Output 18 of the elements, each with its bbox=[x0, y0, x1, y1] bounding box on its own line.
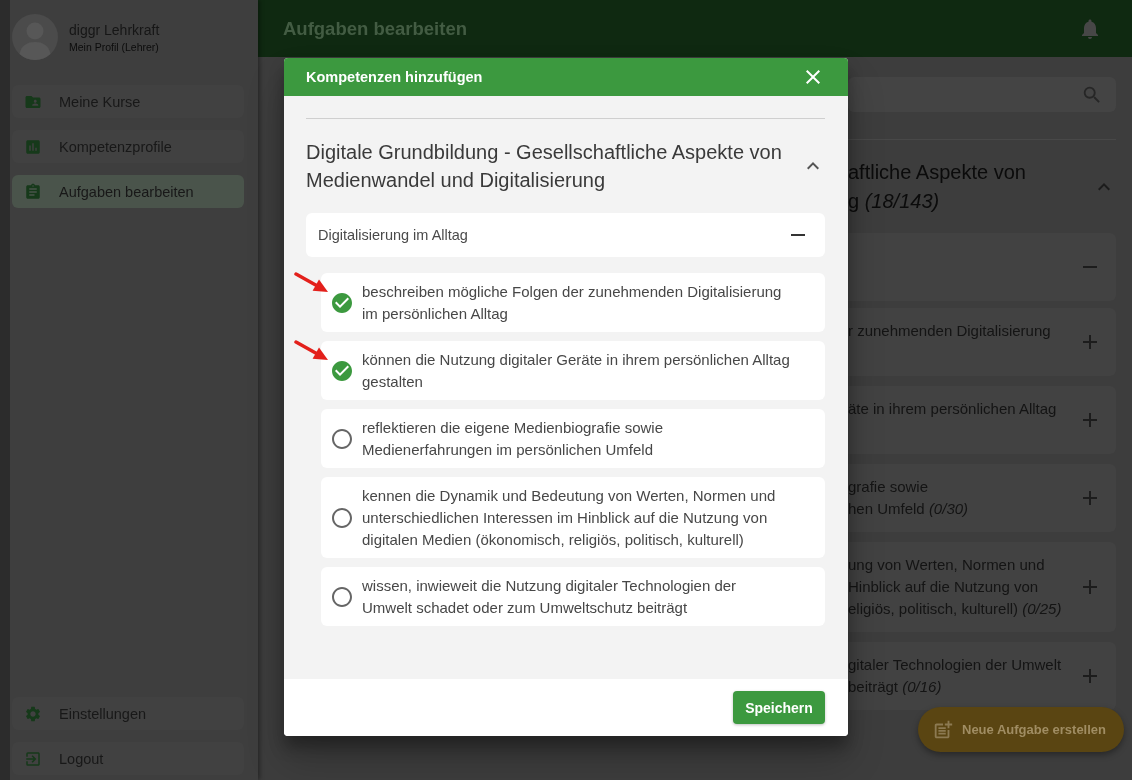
dialog-title: Kompetenzen hinzufügen bbox=[306, 69, 483, 85]
bar-chart-icon bbox=[24, 137, 42, 156]
competence-text: wissen, inwieweit die Nutzung digitaler Technologien der Umwelt schadet oder zum Umweltschutz beiträgt bbox=[362, 575, 737, 618]
avatar-icon bbox=[12, 14, 58, 60]
search-field[interactable] bbox=[848, 77, 1116, 112]
nav-item[interactable]: Aufgaben bearbeiten bbox=[12, 175, 244, 208]
competence-text: beschreiben mögliche Folgen der zunehmenden Digitalisierung im persönlichen Alltag bbox=[362, 281, 782, 324]
section-title: Digitale Grundbildung - Gesellschaftliche Aspekte von Medienwandel und Digitalisierung bbox=[306, 140, 783, 193]
competence-text: können die Nutzung digitaler Geräte in ihrem persönlichen Alltag gestalten bbox=[362, 349, 790, 392]
competence-text: reflektieren die eigene Medienbiografie sowie Medienerfahrungen im persönlichen Umfeld bbox=[362, 417, 664, 460]
save-button[interactable]: Speichern bbox=[733, 691, 825, 724]
settings-icon bbox=[24, 704, 42, 723]
competence-text: kennen die Dynamik und Bedeutung von Werten, Normen und unterschiedlichen Interessen im Hinblick auf die Nutzung von digitalen Medien (ökonomisch, religiös, politisch, kulturell) bbox=[362, 485, 776, 550]
group-title: Digitalisierung im Alltag bbox=[318, 227, 468, 243]
clipboard-icon bbox=[24, 182, 42, 201]
add-note-icon bbox=[932, 718, 954, 741]
logout-icon bbox=[24, 749, 42, 768]
new-task-button[interactable]: Neue Aufgabe erstellen bbox=[918, 707, 1124, 752]
